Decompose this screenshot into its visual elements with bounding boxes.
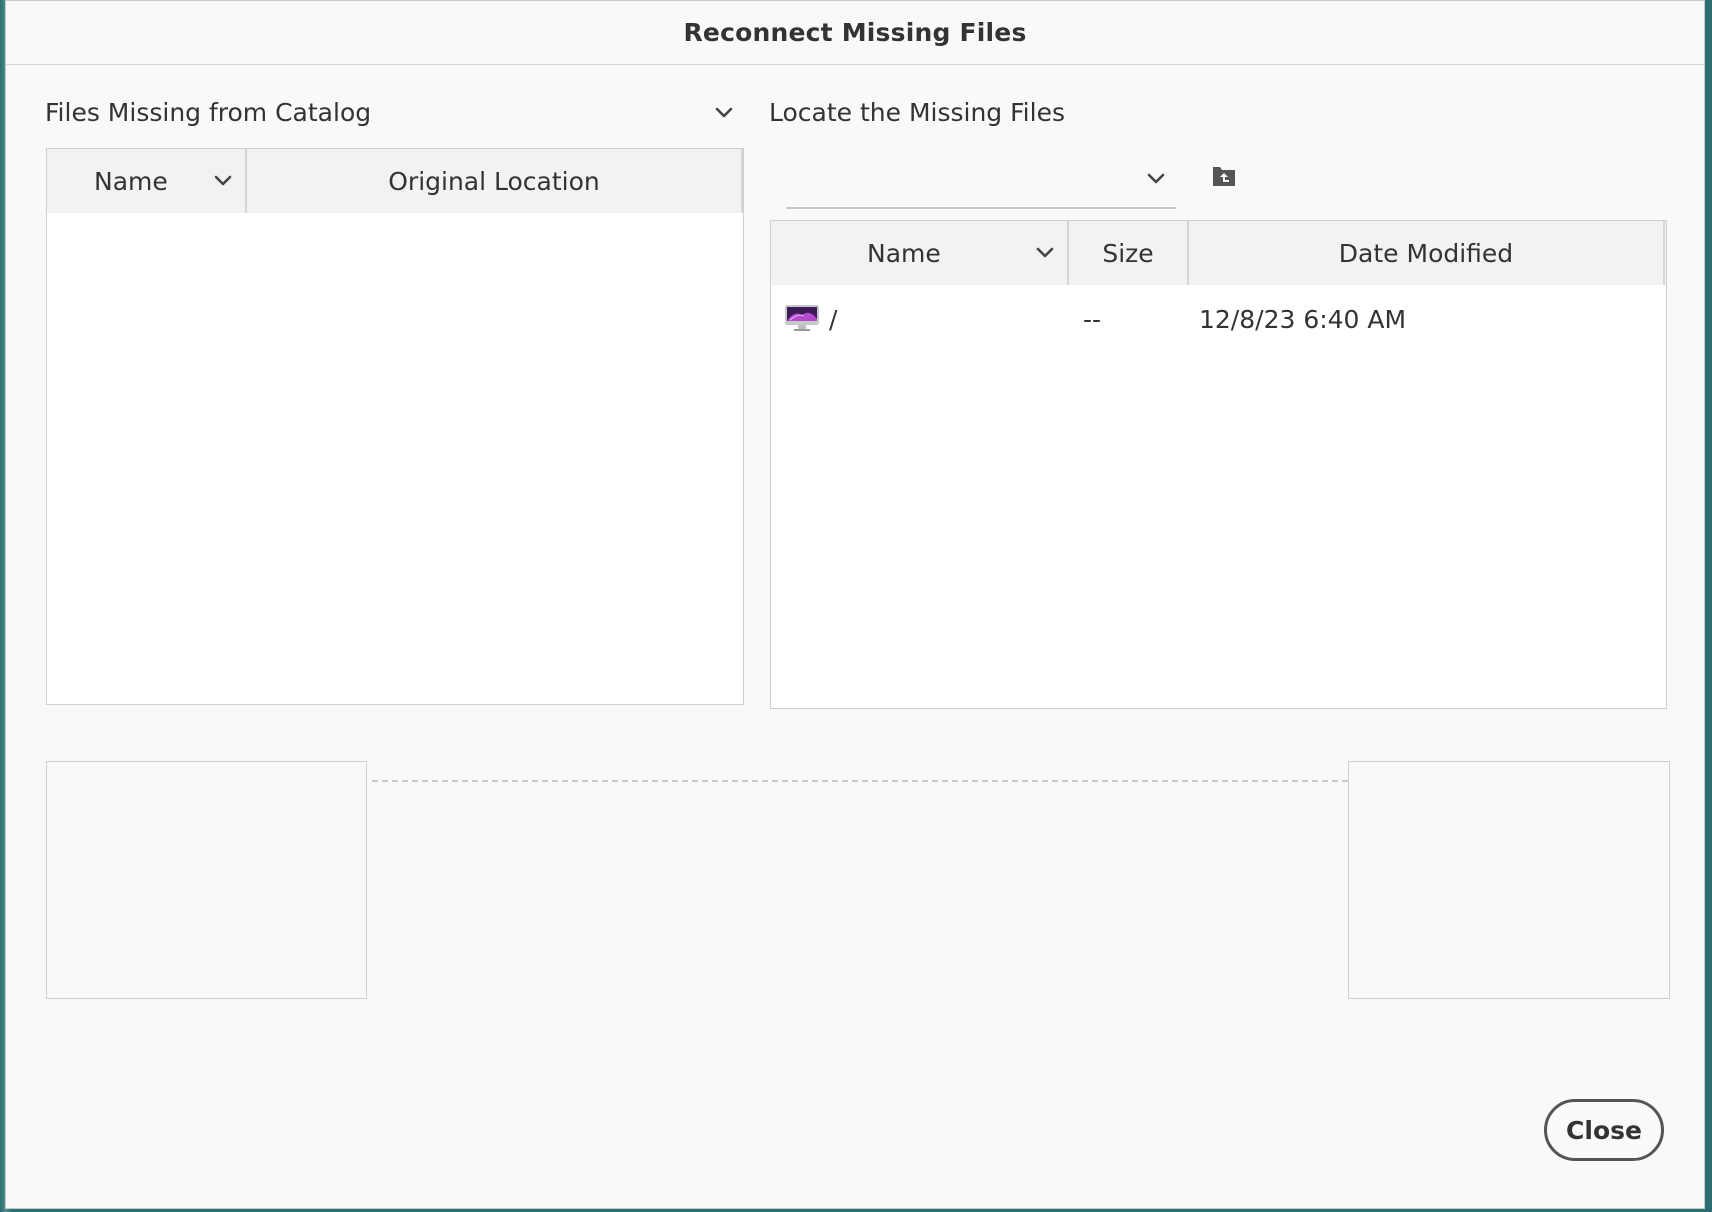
locate-files-table: Name Size Date Modified / -- 12/8/23 6:4… <box>770 220 1667 709</box>
column-header-size[interactable]: Size <box>1069 221 1189 285</box>
preview-connector-line <box>372 780 1348 782</box>
located-file-preview <box>1348 761 1670 999</box>
sort-chevron-icon[interactable] <box>1033 241 1057 265</box>
folder-path-dropdown[interactable] <box>786 151 1176 209</box>
row-date-modified: 12/8/23 6:40 AM <box>1199 304 1407 334</box>
chevron-down-icon[interactable] <box>1144 167 1168 191</box>
column-header-label: Original Location <box>388 166 600 196</box>
table-row[interactable]: / -- 12/8/23 6:40 AM <box>771 291 1666 347</box>
column-header-label: Name <box>94 166 168 196</box>
column-header-name[interactable]: Name <box>771 221 1069 285</box>
missing-file-preview <box>46 761 367 999</box>
reconnect-missing-files-dialog: Reconnect Missing Files Files Missing fr… <box>5 0 1705 1209</box>
column-header-label: Date Modified <box>1338 238 1514 268</box>
dialog-title: Reconnect Missing Files <box>683 18 1027 47</box>
row-size: -- <box>1083 304 1102 334</box>
parent-folder-icon[interactable] <box>1211 163 1237 189</box>
table-header: Name Size Date Modified <box>771 221 1666 285</box>
column-header-date-modified[interactable]: Date Modified <box>1189 221 1665 285</box>
missing-files-table: Name Original Location <box>46 148 744 705</box>
computer-icon <box>784 304 820 332</box>
locate-files-label: Locate the Missing Files <box>769 98 1065 127</box>
sort-chevron-icon[interactable] <box>211 169 235 193</box>
files-missing-label: Files Missing from Catalog <box>45 98 372 127</box>
dialog-titlebar: Reconnect Missing Files <box>6 1 1704 65</box>
column-header-label: Size <box>1102 238 1154 268</box>
column-header-original-location[interactable]: Original Location <box>247 149 743 213</box>
close-button[interactable]: Close <box>1544 1099 1664 1161</box>
table-header: Name Original Location <box>47 149 743 213</box>
chevron-down-icon[interactable] <box>712 101 736 125</box>
column-header-label: Name <box>867 238 941 268</box>
row-name: / <box>829 304 838 334</box>
column-header-name[interactable]: Name <box>47 149 247 213</box>
